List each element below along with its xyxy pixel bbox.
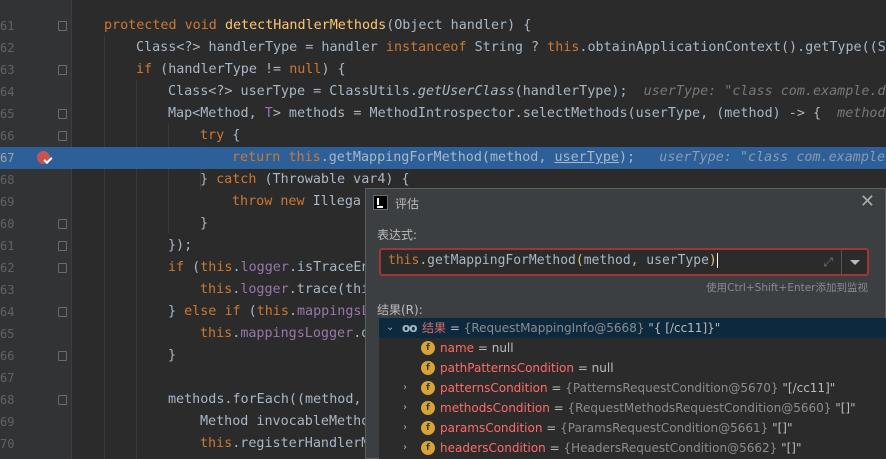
breakpoint-icon[interactable]: [37, 151, 50, 164]
code-line[interactable]: 63 if (handlerType != null) {: [0, 59, 886, 81]
inline-value-hint: userType: "class com.example.d: [659, 150, 886, 165]
code-text: methods.forEach((method,: [168, 392, 362, 407]
tree-row-field[interactable]: f name = null: [379, 338, 886, 358]
field-icon: f: [421, 401, 435, 415]
close-icon[interactable]: ✕: [860, 192, 875, 212]
code-text: if (this.logger.isTraceEn: [168, 260, 370, 275]
tree-row-field[interactable]: f pathPatternsCondition = null: [379, 358, 886, 378]
dialog-title: 评估: [395, 197, 420, 211]
line-number: 66: [0, 129, 15, 143]
code-text: }: [200, 216, 209, 231]
fold-icon[interactable]: [58, 109, 67, 119]
tree-row-field[interactable]: › f patternsCondition = {PatternsRequest…: [379, 378, 886, 398]
code-line[interactable]: 65 Map<Method, T> methods = MethodIntros…: [0, 103, 886, 125]
field-icon: f: [421, 421, 435, 435]
fold-icon[interactable]: [58, 219, 67, 229]
line-number: 60: [0, 217, 15, 231]
fold-icon[interactable]: [58, 307, 67, 317]
line-number: 61: [0, 239, 15, 253]
line-number: 62: [0, 261, 15, 275]
line-number: 62: [0, 41, 15, 55]
line-number: 61: [0, 19, 15, 33]
code-text: Class<?> handlerType = handler instanceo…: [136, 40, 886, 55]
line-number: 64: [0, 85, 15, 99]
history-dropdown-button[interactable]: [841, 250, 867, 274]
code-text: return this.getMappingForMethod(method, …: [232, 147, 886, 169]
code-text: }: [168, 348, 177, 363]
line-number: 65: [0, 107, 15, 121]
line-number: 69: [0, 415, 15, 429]
expression-input[interactable]: this.getMappingForMethod(method, userTyp…: [379, 248, 869, 276]
intellij-app-icon: [373, 195, 388, 210]
tree-row-result[interactable]: ⌄ oo 结果 = {RequestMappingInfo@5668} "{ […: [379, 318, 886, 338]
line-number: 64: [0, 305, 15, 319]
line-number: 68: [0, 393, 15, 407]
code-text: Class<?> userType = ClassUtils.getUserCl…: [168, 81, 886, 103]
code-text: protected void detectHandlerMethods(Obje…: [104, 18, 532, 33]
result-label: 结果(R):: [377, 303, 423, 317]
fold-icon[interactable]: [58, 395, 67, 405]
field-icon: f: [421, 381, 435, 395]
chevron-right-icon[interactable]: ›: [403, 398, 413, 418]
chevron-right-icon[interactable]: ›: [403, 418, 413, 438]
fold-icon[interactable]: [58, 241, 67, 251]
code-text: Map<Method, T> methods = MethodIntrospec…: [168, 106, 886, 121]
inline-value-hint: userType: "class com.example.de: [643, 84, 886, 99]
fold-icon[interactable]: [58, 351, 67, 361]
fold-icon[interactable]: [58, 65, 67, 75]
chevron-right-icon[interactable]: ›: [403, 378, 413, 398]
code-text: Method invocableMetho: [200, 414, 370, 429]
line-number: 63: [0, 283, 15, 297]
code-line[interactable]: 66 try {: [0, 125, 886, 147]
line-number: 65: [0, 327, 15, 341]
line-number: 70: [0, 437, 15, 451]
code-text: this.registerHandlerM: [200, 436, 370, 451]
chevron-right-icon[interactable]: ›: [403, 438, 413, 458]
fold-icon[interactable]: [58, 263, 67, 273]
tree-row-field[interactable]: › f methodsCondition = {RequestMethodsRe…: [379, 398, 886, 418]
fold-icon[interactable]: [58, 21, 67, 31]
line-number: 63: [0, 63, 15, 77]
tree-row-field[interactable]: › f headersCondition = {HeadersRequestCo…: [379, 438, 886, 458]
watch-result-icon: oo: [402, 321, 417, 335]
current-execution-line[interactable]: 67 return this.getMappingForMethod(metho…: [0, 147, 886, 169]
result-tree[interactable]: ⌄ oo 结果 = {RequestMappingInfo@5668} "{ […: [379, 318, 886, 459]
code-text: } else if (this.mappingsL: [168, 304, 370, 319]
code-text: try {: [200, 128, 241, 143]
dialog-titlebar[interactable]: 评估 ✕: [366, 189, 886, 217]
line-number: 67: [0, 371, 15, 385]
evaluate-dialog[interactable]: 评估 ✕ 表达式: this.getMappingForMethod(metho…: [365, 188, 886, 459]
chevron-down-icon[interactable]: ⌄: [386, 318, 396, 338]
line-number: 68: [0, 173, 15, 187]
fold-icon[interactable]: [58, 131, 67, 141]
expand-icon[interactable]: ⤢: [823, 255, 833, 270]
code-text: this.mappingsLogger.d: [200, 326, 370, 341]
field-icon: f: [421, 341, 435, 355]
code-line[interactable]: 62 Class<?> handlerType = handler instan…: [0, 37, 886, 59]
tree-row-field[interactable]: › f paramsCondition = {ParamsRequestCond…: [379, 418, 886, 438]
code-line[interactable]: 64 Class<?> userType = ClassUtils.getUse…: [0, 81, 886, 103]
code-line[interactable]: 61 protected void detectHandlerMethods(O…: [0, 15, 886, 37]
field-icon: f: [421, 361, 435, 375]
code-text: if (handlerType != null) {: [136, 62, 346, 77]
code-text: throw new Illega: [232, 194, 361, 209]
inline-value-hint: method: [837, 106, 886, 121]
line-number: 67: [0, 151, 15, 165]
field-icon: f: [421, 441, 435, 455]
expression-text[interactable]: this.getMappingForMethod(method, userTyp…: [388, 253, 718, 268]
line-number: 66: [0, 349, 15, 363]
code-text: });: [168, 238, 193, 253]
add-to-watches-hint: 使用Ctrl+Shift+Enter添加到监视: [706, 282, 868, 294]
expression-label: 表达式:: [377, 228, 418, 242]
code-text: this.logger.trace(thi: [200, 282, 370, 297]
line-number: 69: [0, 195, 15, 209]
